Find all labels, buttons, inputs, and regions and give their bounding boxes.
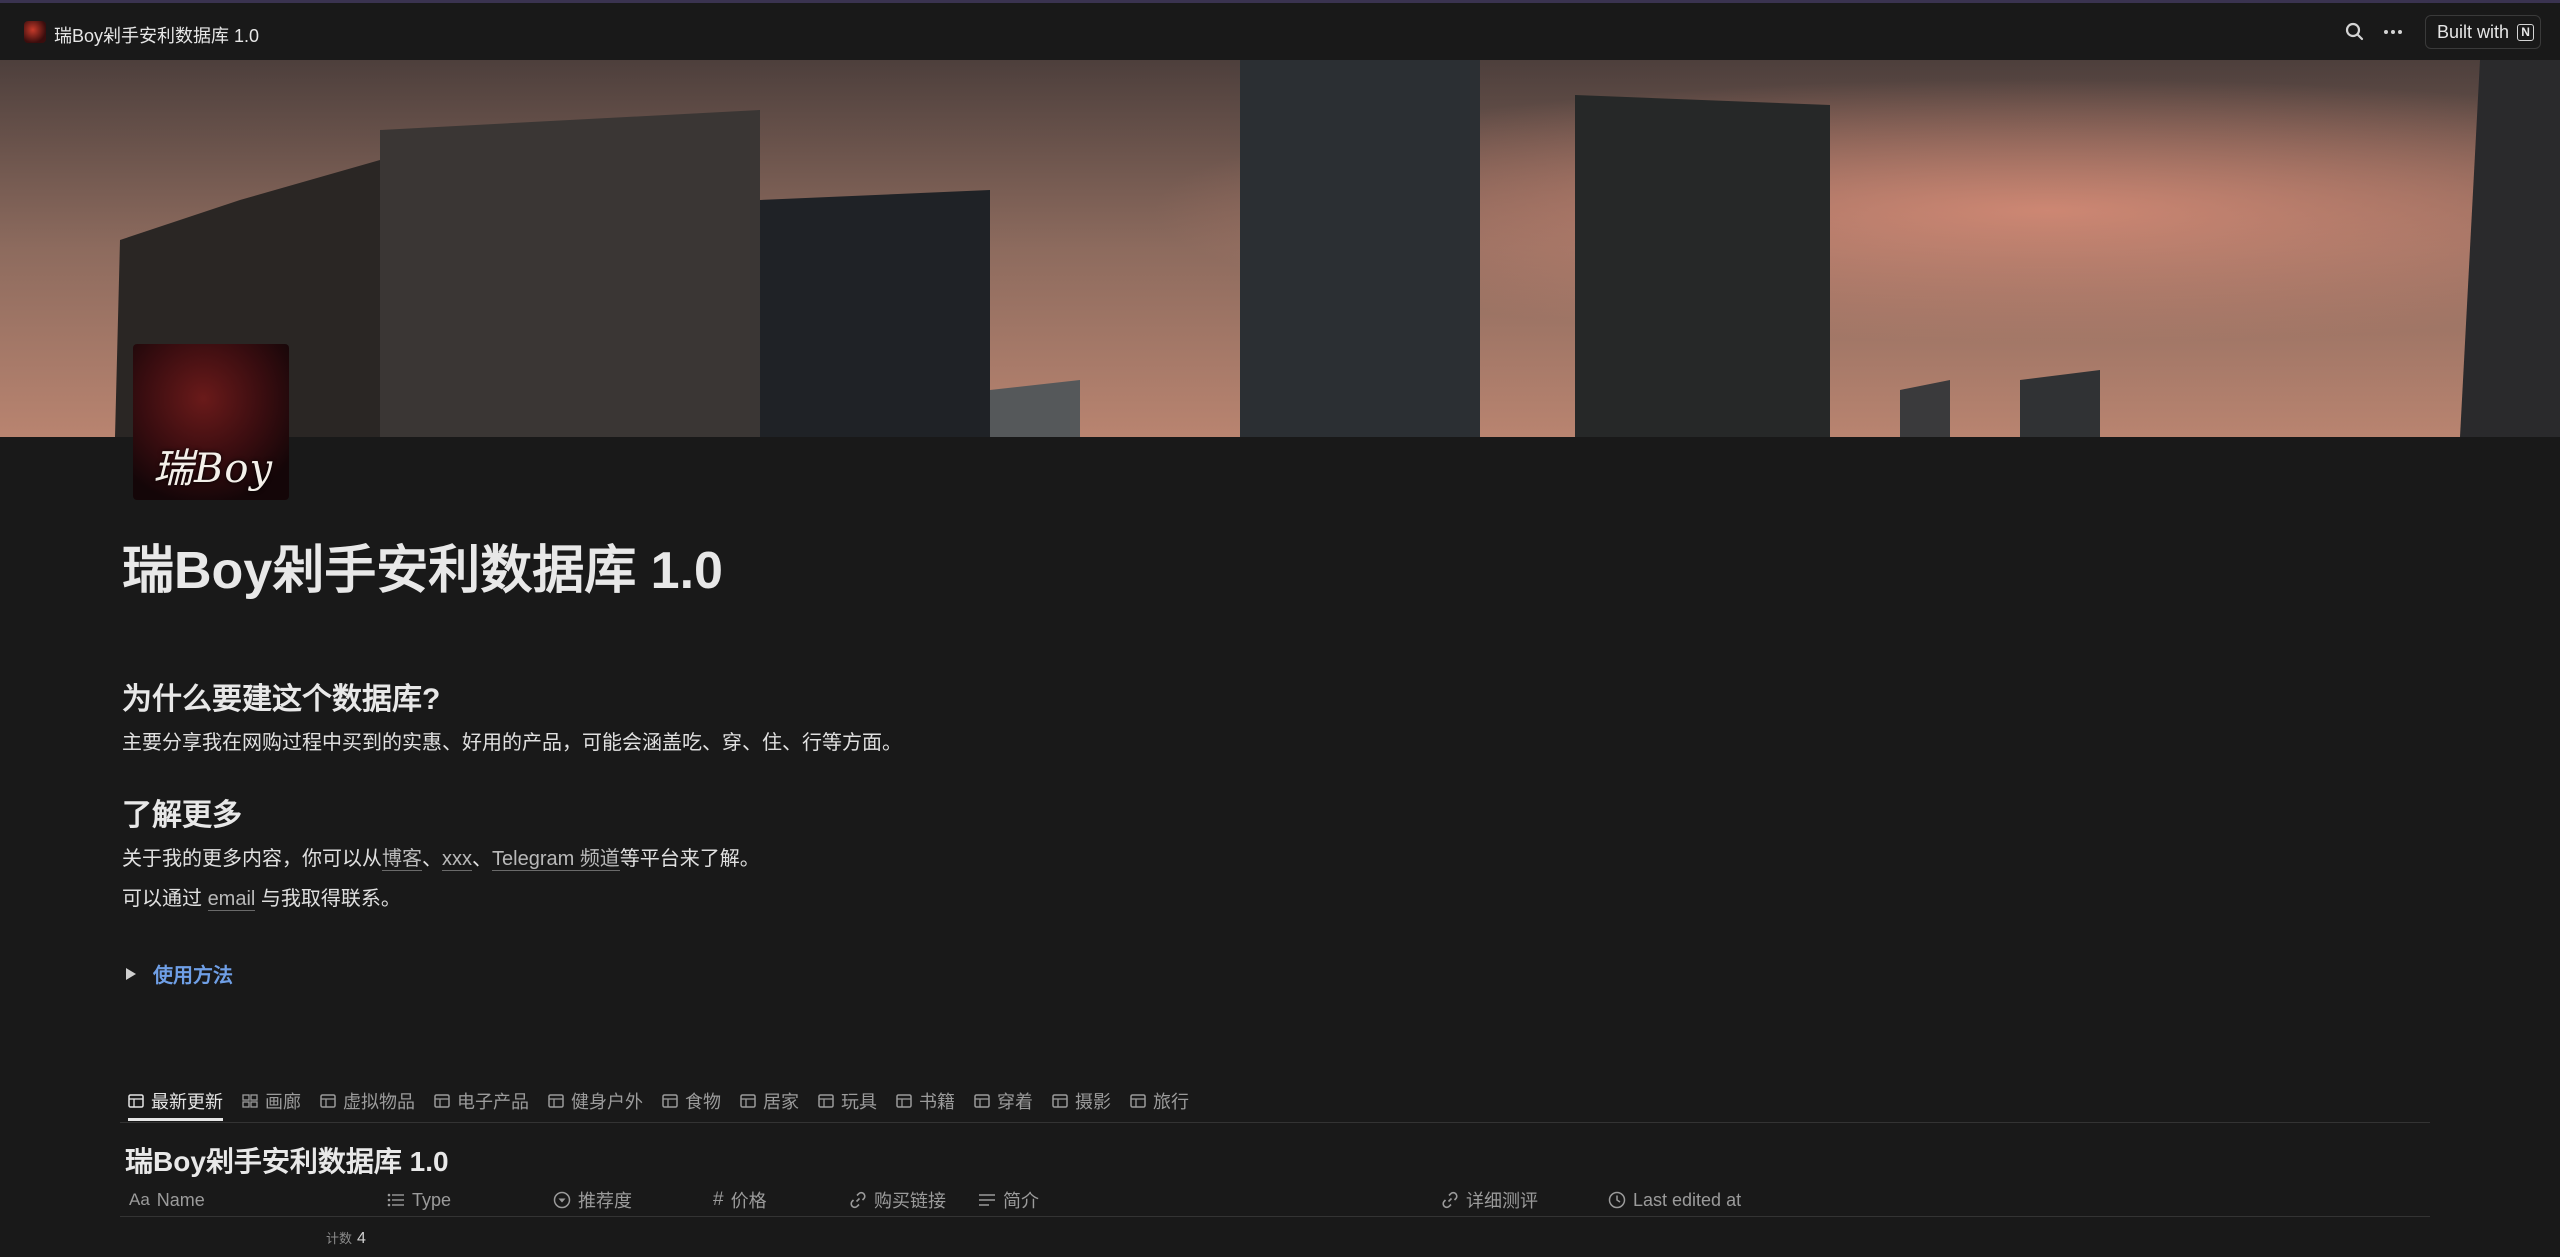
column-header-review[interactable]: 详细测评 — [1441, 1185, 1538, 1215]
tab-virtual-goods[interactable]: 虚拟物品 — [320, 1084, 415, 1118]
list-property-icon — [387, 1193, 404, 1207]
more-options-icon[interactable] — [2380, 19, 2406, 45]
column-label: Last edited at — [1633, 1189, 1742, 1210]
telegram-channel-link[interactable]: Telegram 频道 — [492, 848, 620, 871]
paragraph-text: 与我取得联系。 — [255, 888, 401, 910]
column-label: 简介 — [1003, 1191, 1039, 1211]
page-icon-logo: 瑞Boy — [153, 446, 274, 492]
app-favicon-icon — [24, 21, 46, 43]
tab-electronics[interactable]: 电子产品 — [434, 1084, 529, 1118]
column-header-purchase-link[interactable]: 购买链接 — [849, 1185, 946, 1215]
column-label: 价格 — [730, 1191, 767, 1211]
column-header-last-edited[interactable]: Last edited at — [1608, 1185, 1741, 1215]
tab-books[interactable]: 书籍 — [896, 1084, 955, 1118]
number-property-icon: # — [713, 1189, 724, 1210]
link-property-icon — [1442, 1191, 1458, 1209]
notion-logo-icon: N — [2517, 23, 2535, 41]
page-title: 瑞Boy剁手安利数据库 1.0 — [122, 542, 723, 600]
count-label: 计数 — [326, 1231, 353, 1246]
tab-home[interactable]: 居家 — [740, 1084, 799, 1118]
table-view-icon — [548, 1094, 564, 1108]
toggle-label: 使用方法 — [153, 965, 233, 987]
usage-toggle[interactable]: 使用方法 — [126, 959, 233, 988]
tab-label: 书籍 — [919, 1092, 955, 1112]
tab-label: 健身户外 — [571, 1092, 643, 1112]
clock-icon — [1608, 1191, 1626, 1209]
divider — [120, 1122, 2430, 1123]
column-header-name[interactable]: Aa Name — [129, 1185, 205, 1215]
section-paragraph: 主要分享我在网购过程中买到的实惠、好用的产品，可能会涵盖吃、穿、住、行等方面。 — [122, 726, 902, 755]
column-label: 详细测评 — [1466, 1191, 1538, 1211]
select-property-icon — [553, 1191, 571, 1209]
section-paragraph: 可以通过 email 与我取得联系。 — [122, 882, 401, 911]
column-header-summary[interactable]: 简介 — [978, 1185, 1039, 1215]
table-view-icon — [896, 1094, 912, 1108]
tab-label: 食物 — [685, 1092, 721, 1112]
tab-clothing[interactable]: 穿着 — [974, 1084, 1033, 1118]
paragraph-text: 主要分享我在网购过程中买到的实惠、好用的产品，可能会涵盖吃、穿、住、行等方面。 — [122, 732, 902, 754]
tab-label: 画廊 — [265, 1092, 301, 1112]
tab-toys[interactable]: 玩具 — [818, 1084, 877, 1118]
section-heading-more: 了解更多 — [122, 799, 242, 832]
table-view-icon — [740, 1094, 756, 1108]
table-view-icon — [128, 1094, 144, 1108]
tab-label: 电子产品 — [457, 1092, 529, 1112]
section-heading-why: 为什么要建这个数据库? — [122, 683, 441, 716]
tab-latest[interactable]: 最新更新 — [128, 1084, 223, 1118]
table-view-icon — [974, 1094, 990, 1108]
section-paragraph: 关于我的更多内容，你可以从博客、xxx、Telegram 频道等平台来了解。 — [122, 842, 760, 871]
tab-food[interactable]: 食物 — [662, 1084, 721, 1118]
count-value: 4 — [357, 1230, 366, 1247]
tab-label: 虚拟物品 — [343, 1092, 415, 1112]
column-header-rating[interactable]: 推荐度 — [553, 1185, 632, 1215]
text-lines-icon — [979, 1194, 995, 1206]
table-view-icon — [434, 1094, 450, 1108]
table-view-icon — [1130, 1094, 1146, 1108]
divider — [120, 1216, 2430, 1217]
tab-gallery[interactable]: 画廊 — [242, 1084, 301, 1118]
paragraph-text: 等平台来了解。 — [619, 848, 760, 870]
column-label: Name — [156, 1189, 205, 1210]
paragraph-text: 、 — [472, 848, 492, 870]
email-link[interactable]: email — [207, 888, 256, 911]
column-label: 购买链接 — [874, 1191, 946, 1211]
column-header-type[interactable]: Type — [387, 1185, 451, 1215]
tab-photography[interactable]: 摄影 — [1052, 1084, 1111, 1118]
table-view-icon — [320, 1094, 336, 1108]
column-header-price[interactable]: # 价格 — [713, 1185, 767, 1215]
table-view-icon — [662, 1094, 678, 1108]
column-label: 推荐度 — [578, 1191, 632, 1211]
tab-label: 居家 — [763, 1092, 799, 1112]
built-with-notion-button[interactable]: Built with N — [2425, 15, 2541, 49]
cover-image — [0, 60, 2560, 437]
tab-label: 穿着 — [997, 1092, 1033, 1112]
database-title[interactable]: 瑞Boy剁手安利数据库 1.0 — [125, 1140, 449, 1180]
xxx-link[interactable]: xxx — [442, 848, 472, 871]
page-icon: 瑞Boy — [133, 344, 289, 500]
blog-link[interactable]: 博客 — [382, 848, 422, 871]
link-property-icon — [850, 1191, 866, 1209]
table-view-icon — [818, 1094, 834, 1108]
top-bar: 瑞Boy剁手安利数据库 1.0 Built with N — [0, 0, 2560, 60]
row-count: 计数 4 — [326, 1228, 366, 1248]
paragraph-text: 、 — [422, 848, 442, 870]
tab-label: 摄影 — [1075, 1092, 1111, 1112]
tab-label: 最新更新 — [151, 1092, 223, 1112]
text-property-icon: Aa — [129, 1190, 150, 1209]
tab-fitness-outdoor[interactable]: 健身户外 — [548, 1084, 643, 1118]
table-view-icon — [1052, 1094, 1068, 1108]
tab-label: 玩具 — [841, 1092, 877, 1112]
paragraph-text: 可以通过 — [122, 888, 208, 910]
built-with-label: Built with — [2437, 21, 2510, 42]
tab-label: 旅行 — [1153, 1092, 1189, 1112]
app-title[interactable]: 瑞Boy剁手安利数据库 1.0 — [54, 22, 259, 48]
column-label: Type — [412, 1189, 452, 1210]
gallery-view-icon — [242, 1094, 258, 1108]
paragraph-text: 关于我的更多内容，你可以从 — [122, 848, 382, 870]
tab-travel[interactable]: 旅行 — [1130, 1084, 1189, 1118]
toggle-triangle-icon[interactable] — [126, 967, 136, 980]
database-view-tabs: 最新更新 画廊 虚拟物品 电子产品 健身户外 食物 居家 玩具 书籍 穿着 摄影 — [120, 1084, 1208, 1124]
search-icon[interactable] — [2342, 19, 2368, 45]
